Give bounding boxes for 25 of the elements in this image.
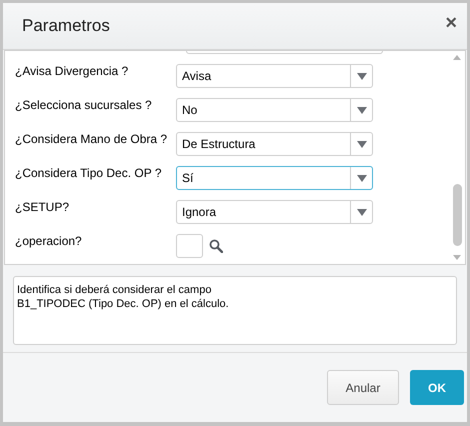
cancel-button[interactable]: Anular	[327, 370, 399, 405]
scrollbar-thumb[interactable]	[452, 184, 462, 246]
parameter-label: ¿Considera Mano de Obra ?	[14, 132, 168, 146]
parameter-label: ¿operacion?	[14, 234, 83, 248]
parameter-label: ¿SETUP?	[14, 200, 70, 214]
window-title: Parametros	[22, 15, 110, 38]
caret-icon	[356, 140, 366, 148]
caret-icon	[356, 72, 366, 80]
parameter-label: ¿Avisa Divergencia ?	[14, 64, 130, 78]
input-field[interactable]	[176, 234, 203, 258]
caret-icon	[356, 208, 366, 216]
select-field[interactable]: Avisa	[176, 64, 373, 88]
caret-icon	[356, 174, 366, 182]
search-icon[interactable]	[209, 239, 223, 253]
description-text: Identifica si deberá considerar el campo B1_TIPODEC (Tipo Dec. OP) en el cálculo.	[13, 276, 457, 345]
parameter-label: ¿Considera Tipo Dec. OP ?	[14, 166, 163, 180]
select-field[interactable]: De Estructura	[176, 132, 373, 156]
scroll-up-icon[interactable]	[453, 55, 461, 60]
caret-icon	[356, 106, 366, 114]
select-field[interactable]: No	[176, 98, 373, 122]
close-button[interactable]: ×	[445, 13, 457, 39]
select-field[interactable]: Ignora	[176, 200, 373, 224]
parameter-label: ¿Selecciona sucursales ?	[14, 98, 153, 112]
select-field[interactable]: Sí	[176, 166, 373, 190]
scroll-down-icon[interactable]	[453, 255, 461, 260]
